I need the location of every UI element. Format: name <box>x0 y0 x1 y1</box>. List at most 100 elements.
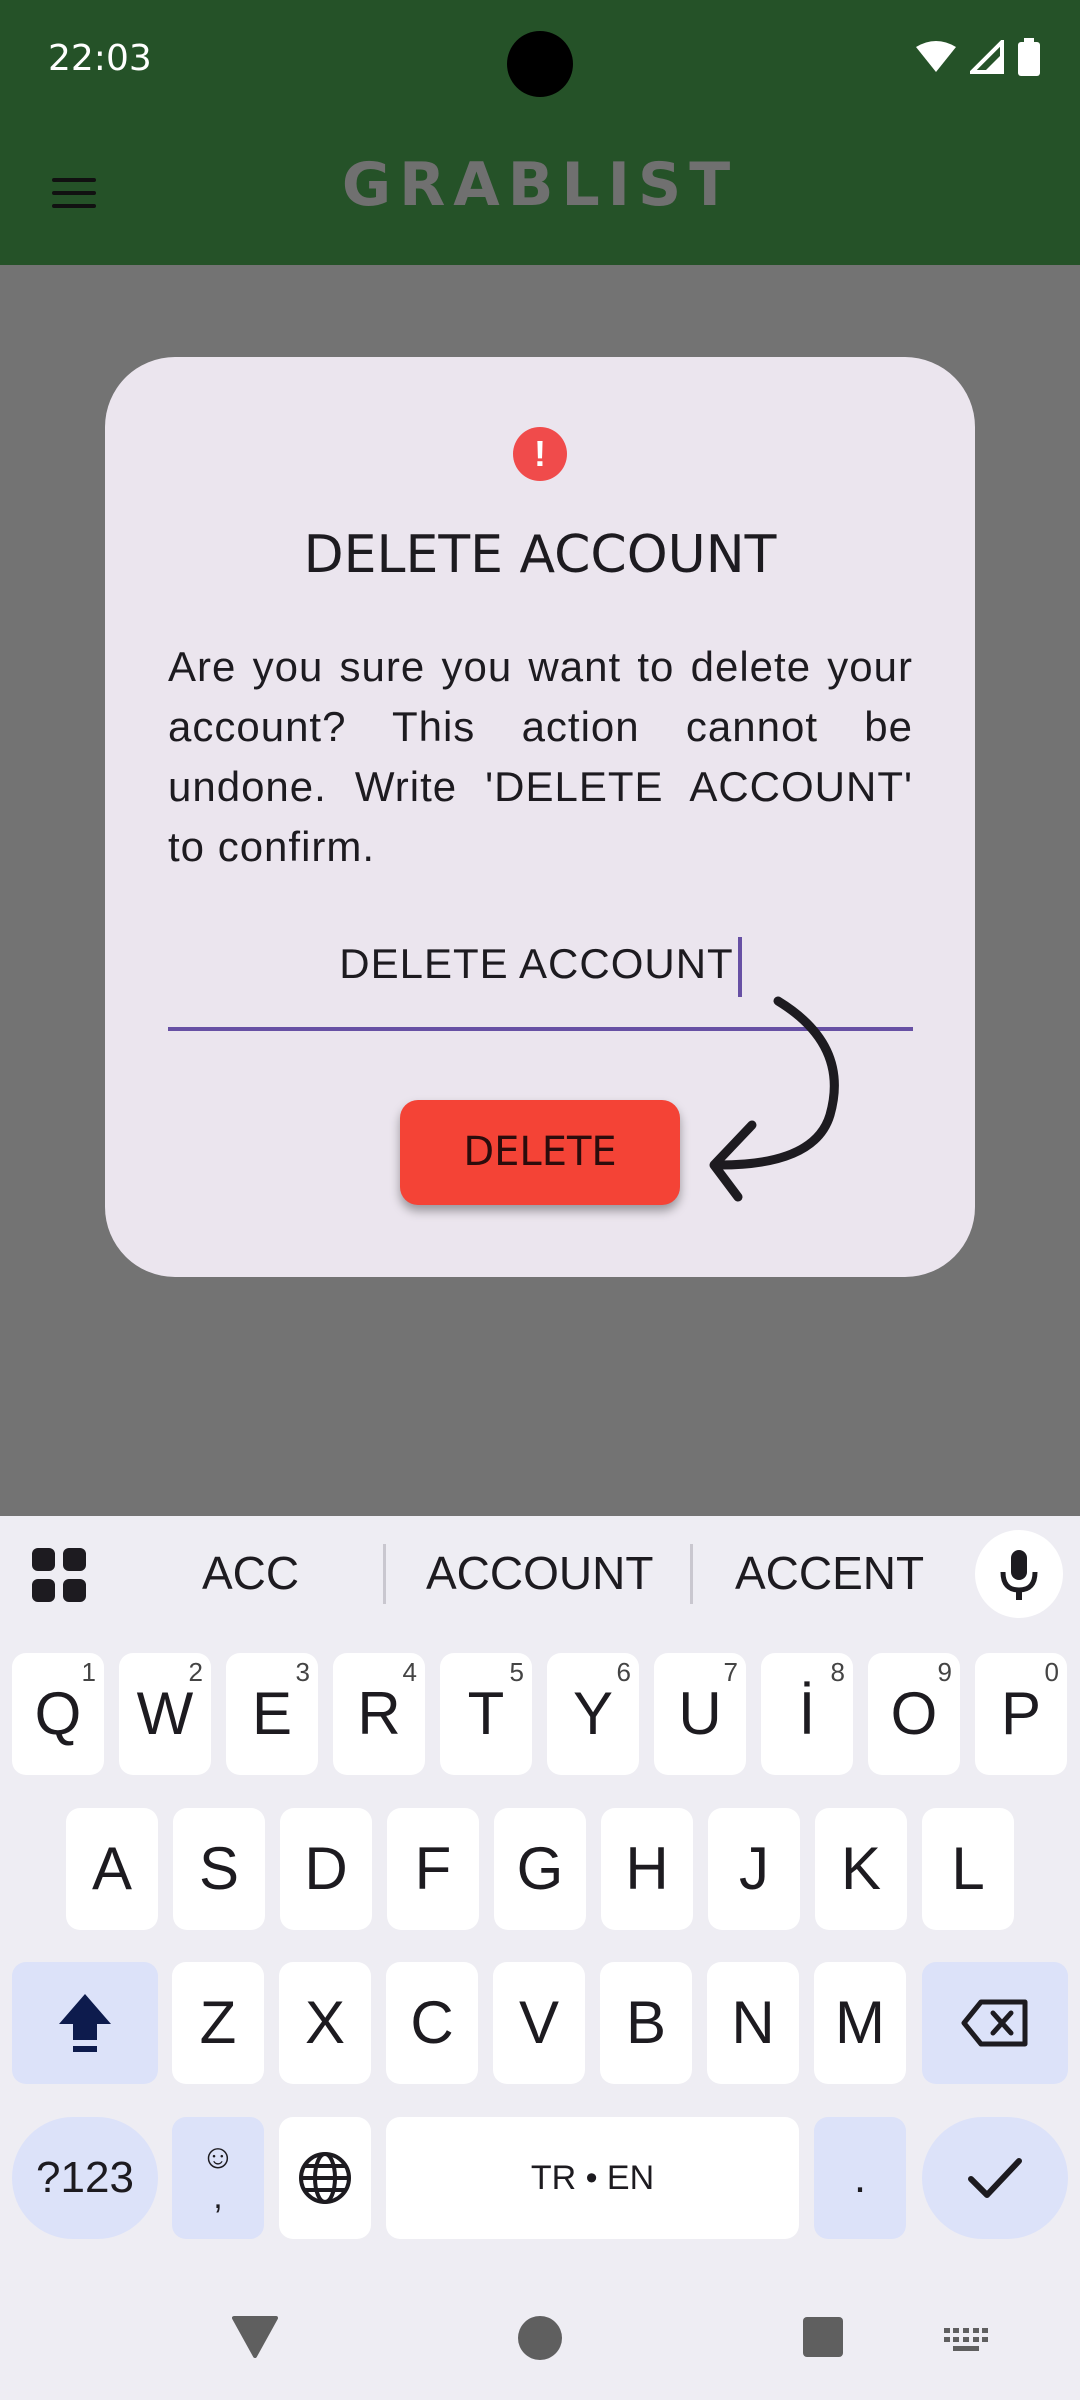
key-label: Y <box>572 1680 614 1747</box>
key-label: O <box>890 1680 938 1747</box>
suggestion-2[interactable]: ACCOUNT <box>426 1546 653 1600</box>
backspace-key[interactable] <box>922 1962 1068 2084</box>
battery-icon <box>1018 38 1040 76</box>
key-hint: 5 <box>509 1657 524 1687</box>
key-label: A <box>91 1835 133 1902</box>
back-icon[interactable] <box>232 2316 278 2358</box>
shift-icon <box>59 1994 111 2052</box>
check-icon <box>968 2158 1022 2198</box>
key-label: C <box>410 1989 454 2056</box>
home-icon[interactable] <box>516 2314 564 2362</box>
key-label: X <box>304 1989 346 2056</box>
suggestion-bar: ACC ACCOUNT ACCENT <box>0 1516 1080 1631</box>
key-hint: 2 <box>188 1657 203 1687</box>
key-j[interactable]: J <box>708 1808 800 1930</box>
key-q[interactable]: Q1 <box>12 1653 104 1775</box>
key-f[interactable]: F <box>387 1808 479 1930</box>
globe-icon <box>299 2152 351 2204</box>
key-m[interactable]: M <box>814 1962 906 2084</box>
key-hint: 0 <box>1044 1657 1059 1687</box>
key-e[interactable]: E3 <box>226 1653 318 1775</box>
key-label: K <box>840 1835 882 1902</box>
key-label: U <box>678 1680 722 1747</box>
key-u[interactable]: U7 <box>654 1653 746 1775</box>
key-z[interactable]: Z <box>172 1962 264 2084</box>
key-hint: 3 <box>295 1657 310 1687</box>
key-hint: 6 <box>616 1657 631 1687</box>
space-key[interactable]: TR • EN <box>386 2117 799 2239</box>
input-text: DELETE ACCOUNT <box>339 940 734 988</box>
apps-grid-icon[interactable] <box>32 1548 86 1602</box>
key-s[interactable]: S <box>173 1808 265 1930</box>
key-l[interactable]: L <box>922 1808 1014 1930</box>
language-key[interactable] <box>279 2117 371 2239</box>
key-t[interactable]: T5 <box>440 1653 532 1775</box>
key-label: S <box>198 1835 240 1902</box>
mic-icon <box>1000 1550 1038 1600</box>
key-o[interactable]: O9 <box>868 1653 960 1775</box>
soft-keyboard: ACC ACCOUNT ACCENT ?123 ☺ , TR • EN . Q … <box>0 1516 1080 2400</box>
shift-key[interactable] <box>12 1962 158 2084</box>
key-label: P <box>1000 1680 1042 1747</box>
key-g[interactable]: G <box>494 1808 586 1930</box>
recents-icon[interactable] <box>802 2316 844 2358</box>
wifi-icon <box>916 41 956 72</box>
key-label: F <box>414 1835 452 1902</box>
text-caret <box>737 937 742 997</box>
key-label: W <box>136 1680 194 1747</box>
key-hint: 9 <box>937 1657 952 1687</box>
key-hint: 8 <box>830 1657 845 1687</box>
suggestion-3[interactable]: ACCENT <box>735 1546 924 1600</box>
key-label: B <box>625 1989 667 2056</box>
signal-icon <box>970 40 1004 74</box>
key-p[interactable]: P0 <box>975 1653 1067 1775</box>
delete-button[interactable]: DELETE <box>400 1100 680 1205</box>
key-label: D <box>304 1835 348 1902</box>
enter-key[interactable] <box>922 2117 1068 2239</box>
key-y[interactable]: Y6 <box>547 1653 639 1775</box>
key-w[interactable]: W2 <box>119 1653 211 1775</box>
key-label: H <box>625 1835 669 1902</box>
key-hint: 4 <box>402 1657 417 1687</box>
suggestion-divider <box>690 1544 693 1604</box>
mic-button[interactable] <box>975 1530 1063 1618</box>
key-hint: 1 <box>81 1657 96 1687</box>
suggestion-1[interactable]: ACC <box>202 1546 299 1600</box>
key-h[interactable]: H <box>601 1808 693 1930</box>
key-label: L <box>951 1835 985 1902</box>
key-label: N <box>731 1989 775 2056</box>
key-v[interactable]: V <box>493 1962 585 2084</box>
app-title: GRABLIST <box>341 150 739 220</box>
key-label: T <box>467 1680 505 1747</box>
navigation-bar <box>0 2270 1080 2400</box>
key-x[interactable]: X <box>279 1962 371 2084</box>
key-r[interactable]: R4 <box>333 1653 425 1775</box>
key-label: G <box>516 1835 564 1902</box>
key-c[interactable]: C <box>386 1962 478 2084</box>
dialog-title: DELETE ACCOUNT <box>303 525 777 585</box>
key-label: E <box>251 1680 293 1747</box>
dialog-message: Are you sure you want to delete your acc… <box>168 643 913 870</box>
camera-cutout <box>507 31 573 97</box>
key-label: J <box>739 1835 769 1902</box>
key-b[interactable]: B <box>600 1962 692 2084</box>
status-time: 22:03 <box>48 38 152 79</box>
backspace-icon <box>961 1999 1028 2047</box>
key-label: M <box>835 1989 885 2056</box>
key-label: Q <box>34 1680 82 1747</box>
symbols-key[interactable]: ?123 <box>12 2117 158 2239</box>
alert-icon: ! <box>513 427 567 481</box>
key-label: İ <box>798 1680 816 1747</box>
confirm-input-value: DELETE ACCOUNT <box>168 937 913 997</box>
keyboard-hide-icon[interactable] <box>944 2328 988 2352</box>
key-label: Z <box>199 1989 237 2056</box>
emoji-key[interactable]: ☺ , <box>172 2117 264 2239</box>
key-i̇[interactable]: İ8 <box>761 1653 853 1775</box>
key-n[interactable]: N <box>707 1962 799 2084</box>
key-hint: 7 <box>723 1657 738 1687</box>
key-label: R <box>357 1680 401 1747</box>
key-d[interactable]: D <box>280 1808 372 1930</box>
period-key[interactable]: . <box>814 2117 906 2239</box>
key-k[interactable]: K <box>815 1808 907 1930</box>
key-a[interactable]: A <box>66 1808 158 1930</box>
